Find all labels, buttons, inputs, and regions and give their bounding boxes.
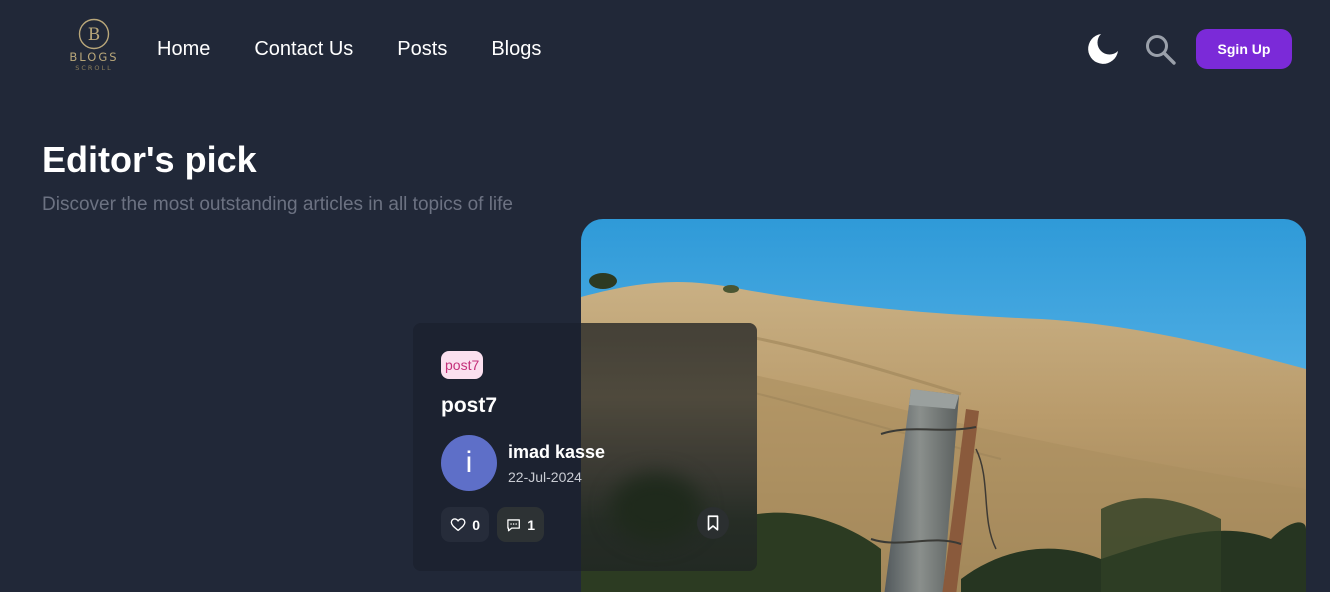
post-title[interactable]: post7 <box>441 393 497 419</box>
like-button[interactable]: 0 <box>441 507 489 542</box>
card-blurred-backdrop <box>581 323 757 571</box>
page-subtitle: Discover the most outstanding articles i… <box>42 194 513 215</box>
svg-text:B: B <box>88 25 101 45</box>
search-button[interactable] <box>1143 32 1177 66</box>
theme-toggle-button[interactable] <box>1087 31 1121 65</box>
nav-blogs[interactable]: Blogs <box>491 36 541 62</box>
post-date: 22-Jul-2024 <box>508 469 582 485</box>
moon-icon <box>1088 34 1118 64</box>
author-avatar[interactable]: i <box>441 435 497 491</box>
bookmark-button[interactable] <box>697 507 729 539</box>
comment-count: 1 <box>527 516 535 533</box>
logo-wordmark: BLOGS <box>69 50 119 64</box>
author-name[interactable]: imad kasse <box>508 441 605 463</box>
nav-home[interactable]: Home <box>157 36 210 62</box>
search-icon <box>1146 35 1176 65</box>
bookmark-icon <box>707 515 719 531</box>
page-title: Editor's pick <box>42 139 257 180</box>
signup-button[interactable]: Sgin Up <box>1196 29 1292 69</box>
comment-button[interactable]: 1 <box>497 507 544 542</box>
site-logo[interactable]: B BLOGS SCROLL <box>62 18 126 80</box>
nav-posts[interactable]: Posts <box>397 36 447 62</box>
like-count: 0 <box>472 516 480 533</box>
post-category-tag[interactable]: post7 <box>441 351 484 379</box>
post-card[interactable]: post7 post7 i imad kasse 22-Jul-2024 0 1 <box>413 323 757 571</box>
nav-contact-us[interactable]: Contact Us <box>254 36 353 62</box>
logo-monogram-icon: B <box>78 18 110 50</box>
logo-subtitle: SCROLL <box>75 64 113 72</box>
main-nav: Home Contact Us Posts Blogs <box>157 36 541 62</box>
heart-icon <box>450 517 466 531</box>
comment-icon <box>507 518 520 531</box>
